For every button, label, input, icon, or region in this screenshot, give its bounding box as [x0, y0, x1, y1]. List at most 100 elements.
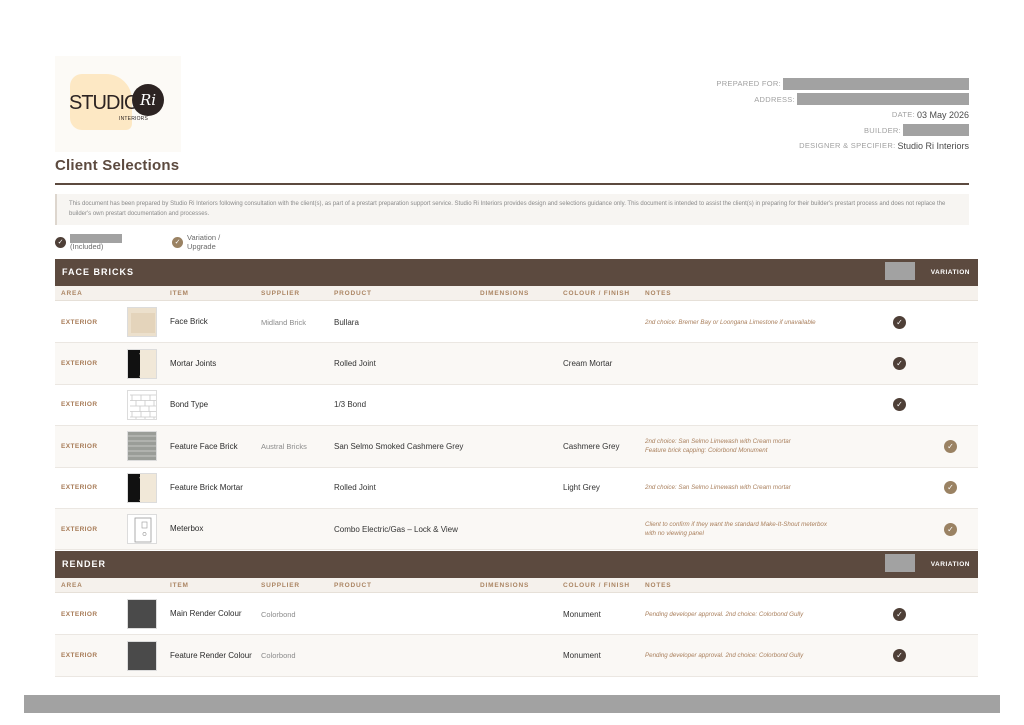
supplier-name-cell: [261, 468, 333, 508]
included-check-icon: ✓: [893, 607, 906, 621]
included-check-icon: ✓: [893, 315, 906, 329]
dimensions-value-cell: [480, 385, 560, 425]
column-header-notes: NOTES: [645, 290, 672, 297]
thumbnail-cell: [127, 385, 161, 425]
column-header-item: ITEM: [170, 290, 189, 297]
status-cell: ✓: [944, 426, 960, 466]
colour-finish: Cream Mortar: [563, 359, 613, 369]
status-legend: ✓ (Included) ✓ Variation / Upgrade: [55, 233, 355, 254]
product-name-cell: [334, 594, 479, 634]
thumbnail-cell: [127, 302, 161, 342]
product-name-cell: [334, 635, 479, 675]
designer-label: DESIGNER & SPECIFIER:: [799, 141, 896, 151]
notes-text-cell: [645, 343, 885, 383]
product-name: San Selmo Smoked Cashmere Grey: [334, 441, 464, 451]
supplier-name: Colorbond: [261, 651, 296, 661]
address-label: ADDRESS:: [754, 94, 795, 104]
supplier-name-cell: Colorbond: [261, 635, 333, 675]
product-name: 1/3 Bond: [334, 400, 367, 410]
builder-row: BUILDER:: [716, 123, 969, 139]
section-variation-label: VARIATION: [930, 269, 970, 276]
column-header-product: PRODUCT: [334, 582, 372, 589]
area-label: EXTERIOR: [61, 318, 98, 326]
thumbnail-cell: [127, 635, 161, 675]
thumbnail-cell: [127, 468, 161, 508]
table-row: EXTERIOR Main Render Colour Colorbond Monum…: [55, 594, 978, 636]
supplier-name-cell: [261, 343, 333, 383]
notes-text-cell: 2nd choice: San Selmo Limewash with Crea…: [645, 426, 885, 466]
area-label-cell: EXTERIOR: [61, 302, 121, 342]
date-row: DATE: 03 May 2026: [716, 107, 969, 123]
dimensions-value-cell: [480, 635, 560, 675]
colour-finish: Monument: [563, 651, 601, 661]
area-label: EXTERIOR: [61, 610, 98, 618]
area-label: EXTERIOR: [61, 484, 98, 492]
area-label-cell: EXTERIOR: [61, 509, 121, 549]
column-header-colour: COLOUR / FINISH: [563, 290, 630, 297]
supplier-name-cell: [261, 509, 333, 549]
table-row: EXTERIOR Face Brick Midland Brick Bullara 2n…: [55, 302, 978, 344]
dimensions-value-cell: [480, 343, 560, 383]
supplier-name: Colorbond: [261, 609, 296, 619]
legend-variation-line2: Upgrade: [187, 241, 216, 251]
area-label-cell: EXTERIOR: [61, 468, 121, 508]
builder-redaction: [903, 124, 969, 137]
status-cell: ✓: [944, 509, 960, 549]
thumbnail-cell: [127, 426, 161, 466]
logo-brand-text: STUDIO: [69, 92, 140, 114]
colour-finish: Light Grey: [563, 483, 600, 493]
product-name-cell: Rolled Joint: [334, 343, 479, 383]
area-label: EXTERIOR: [61, 442, 98, 450]
designer-value: Studio Ri Interiors: [897, 140, 969, 151]
designer-row: DESIGNER & SPECIFIER: Studio Ri Interior…: [716, 138, 969, 154]
status-cell: ✓: [893, 594, 909, 634]
variation-check-icon: ✓: [944, 439, 957, 453]
item-name: Main Render Colour: [170, 609, 242, 619]
material-swatch: [127, 307, 157, 338]
item-name-cell: Feature Render Colour: [170, 635, 258, 675]
table-row: EXTERIOR Feature Render Colour Colorbond Mo…: [55, 635, 978, 677]
logo-subtitle: INTERIORS: [119, 116, 149, 122]
section-variation-label: VARIATION: [930, 561, 970, 568]
product-name: Rolled Joint: [334, 483, 376, 493]
material-swatch: [127, 599, 157, 630]
area-label: EXTERIOR: [61, 401, 98, 409]
legend-included: ✓ (Included): [55, 234, 122, 252]
notes-text: 2nd choice: San Selmo Limewash with Crea…: [645, 437, 791, 455]
title-divider: [55, 183, 969, 185]
thumbnail-cell: [127, 509, 161, 549]
dimensions-value-cell: [480, 594, 560, 634]
thumbnail-cell: [127, 594, 161, 634]
notes-text: 2nd choice: Bremer Bay or Loongana Limes…: [645, 318, 816, 326]
supplier-name-cell: Austral Bricks: [261, 426, 333, 466]
column-header-product: PRODUCT: [334, 290, 372, 297]
status-cell: ✓: [893, 302, 909, 342]
item-name: Feature Face Brick: [170, 441, 238, 451]
section-title: RENDER: [62, 559, 107, 569]
notes-text-cell: Pending developer approval. 2nd choice: …: [645, 594, 885, 634]
colour-finish-cell: Monument: [563, 594, 645, 634]
notes-text-cell: Pending developer approval. 2nd choice: …: [645, 635, 885, 675]
area-label-cell: EXTERIOR: [61, 343, 121, 383]
area-label: EXTERIOR: [61, 360, 98, 368]
section-redaction: [885, 262, 915, 280]
address-row: ADDRESS:: [716, 92, 969, 108]
column-header-dimensions: DIMENSIONS: [480, 290, 530, 297]
column-header-area: AREA: [61, 290, 83, 297]
check-included-icon: ✓: [55, 237, 66, 249]
item-name-cell: Mortar Joints: [170, 343, 258, 383]
dimensions-value-cell: [480, 468, 560, 508]
legend-variation: ✓ Variation / Upgrade: [172, 233, 220, 251]
area-label-cell: EXTERIOR: [61, 635, 121, 675]
thumbnail-cell: [127, 343, 161, 383]
item-name-cell: Bond Type: [170, 385, 258, 425]
variation-check-icon: ✓: [944, 522, 957, 536]
material-swatch: [127, 348, 157, 379]
column-header-colour: COLOUR / FINISH: [563, 582, 630, 589]
item-name: Mortar Joints: [170, 358, 217, 368]
item-name-cell: Meterbox: [170, 509, 258, 549]
date-value: 03 May 2026: [916, 109, 969, 120]
section-redaction: [885, 554, 915, 572]
product-name-cell: 1/3 Bond: [334, 385, 479, 425]
item-name-cell: Main Render Colour: [170, 594, 258, 634]
